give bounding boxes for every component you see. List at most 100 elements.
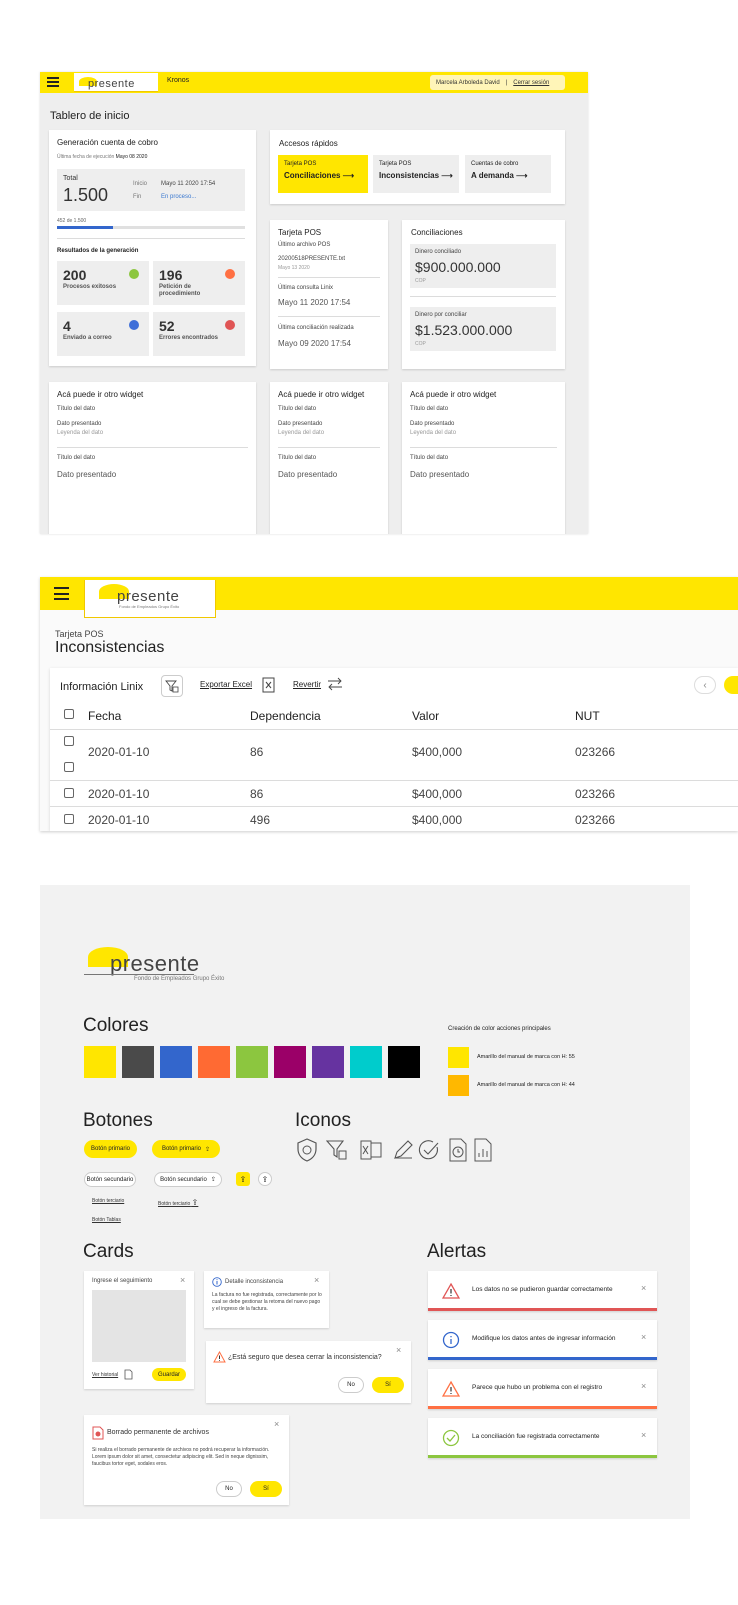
column-header[interactable]: Dependencia [250,709,321,723]
pencil-icon [394,1140,413,1159]
reconciliation-card: Conciliaciones Dinero conciliado $900.00… [402,220,565,369]
prev-page-button[interactable]: ‹ [694,676,716,694]
logo: presente Fondo de Empleados Grupo Éxito [84,580,216,618]
color-swatch [122,1046,154,1078]
row-checkbox[interactable] [64,762,74,772]
upload-icon: ⇪ [261,1174,269,1184]
quick-link[interactable]: Cuentas de cobro A demanda ⟶ [465,155,551,193]
table-cell: 023266 [575,787,616,801]
table-card: Información Linix Exportar Excel Reverti… [50,668,738,831]
filter-icon [165,680,179,693]
status-dot [129,320,139,330]
column-header[interactable]: Valor [412,709,439,723]
last-run: Última fecha de ejecución Mayo 08 2020 [57,154,148,160]
warning-icon [213,1351,226,1363]
excel-icon [360,1140,382,1160]
status-dot [225,320,235,330]
column-header[interactable]: NUT [575,709,600,723]
next-page-button[interactable] [724,676,738,694]
close-icon[interactable]: × [641,1283,646,1293]
color-description: Amarillo del manual de marca con H: 44 [477,1082,575,1088]
warning-icon [442,1380,460,1397]
revert-link[interactable]: Revertir [293,680,321,689]
close-icon[interactable]: × [396,1345,401,1355]
table-cell: $400,000 [412,813,463,827]
table-row[interactable]: 2020-01-10 86 $400,000 023266 [50,780,738,806]
table-button[interactable]: Botón Tablas [92,1217,121,1223]
close-icon[interactable]: × [274,1419,279,1429]
inconsistencies-frame: presente Fondo de Empleados Grupo Éxito … [40,577,738,831]
filter-button[interactable] [161,675,183,697]
column-header[interactable]: Fecha [88,709,121,723]
result-label: Enviado a correo [63,335,112,341]
status-dot [129,269,139,279]
style-guide-frame: presente Fondo de Empleados Grupo Éxito … [40,885,690,1519]
icons-title: Iconos [295,1110,351,1131]
user-name: Marcela Arboleda David [436,79,500,86]
table-row[interactable]: 2020-01-10 86 $400,000 023266 [50,730,738,780]
no-button[interactable]: No [216,1481,242,1497]
color-swatch [84,1046,116,1078]
close-icon[interactable]: × [314,1275,319,1285]
page-title: Tablero de inicio [50,110,130,122]
widget-card: Acá puede ir otro widget Título del dato D… [270,382,388,534]
alert-text: Modifique los datos antes de ingresar in… [472,1335,616,1342]
color-swatch [448,1047,469,1068]
no-button[interactable]: No [338,1377,364,1393]
color-swatch [160,1046,192,1078]
icon-button-secondary[interactable]: ⇪ [258,1172,272,1186]
row-checkbox[interactable] [64,788,74,798]
primary-icon-button[interactable]: Botón primario ⇪ [152,1140,220,1158]
widget-card: Acá puede ir otro widget Título del dato D… [402,382,565,534]
table-row[interactable]: 2020-01-10 496 $400,000 023266 [50,806,738,831]
quick-link[interactable]: Tarjeta POS Conciliaciones ⟶ [278,155,368,193]
color-swatch [236,1046,268,1078]
color-creation-title: Creación de color acciones principales [448,1026,551,1032]
top-bar: presente Kronos Marcela Arboleda David |… [40,72,588,93]
widget-card: Acá puede ir otro widget Título del dato D… [49,382,256,534]
shield-icon [297,1138,317,1162]
excel-icon[interactable] [262,677,276,693]
table-cell: 496 [250,813,271,827]
history-link[interactable]: Ver historial [92,1372,118,1378]
info-icon [442,1331,460,1349]
result-label: Petición de procedimiento [159,284,201,297]
table-cell: 2020-01-10 [88,787,150,801]
secondary-icon-button[interactable]: Botón secundario ⇪ [154,1172,222,1187]
tertiary-icon-button[interactable]: Botón terciario ⇪ [158,1198,198,1207]
secondary-button[interactable]: Botón secundario [84,1172,136,1187]
table-cell: 86 [250,787,264,801]
row-checkbox[interactable] [64,736,74,746]
table-cell: 86 [250,745,264,759]
tracking-textarea[interactable] [92,1290,186,1362]
progress-bar [57,226,245,229]
menu-icon[interactable] [47,77,59,87]
yes-button[interactable]: Sí [372,1377,404,1393]
pos-card: Tarjeta POS Último archivo POS 20200518P… [270,220,388,369]
close-icon[interactable]: × [641,1430,646,1440]
table-cell: 023266 [575,745,616,759]
primary-button[interactable]: Botón primario [84,1140,137,1158]
pos-file-name: 20200518PRESENTE.txt [278,256,346,262]
alert: Los datos no se pudieron guardar correct… [428,1271,657,1311]
top-bar: presente Fondo de Empleados Grupo Éxito [40,577,738,618]
status-dot [225,269,235,279]
save-button[interactable]: Guardar [152,1368,186,1381]
select-all-checkbox[interactable] [64,709,74,719]
swap-icon[interactable] [327,677,343,691]
export-excel-link[interactable]: Exportar Excel [200,680,252,689]
icon-button-primary[interactable]: ⇪ [236,1172,250,1186]
close-icon[interactable]: × [180,1275,185,1285]
table-cell: $400,000 [412,787,463,801]
menu-icon[interactable] [54,587,69,600]
logout-link[interactable]: Cerrar sesión [513,80,549,86]
yes-button[interactable]: Sí [250,1481,282,1497]
row-checkbox[interactable] [64,814,74,824]
tertiary-button[interactable]: Botón terciario [92,1198,124,1204]
close-icon[interactable]: × [641,1381,646,1391]
quick-access-title: Accesos rápidos [279,139,338,148]
breadcrumb[interactable]: Tarjeta POS [55,629,104,639]
filter-icon [326,1140,347,1160]
close-icon[interactable]: × [641,1332,646,1342]
quick-link[interactable]: Tarjeta POS Inconsistencias ⟶ [373,155,459,193]
